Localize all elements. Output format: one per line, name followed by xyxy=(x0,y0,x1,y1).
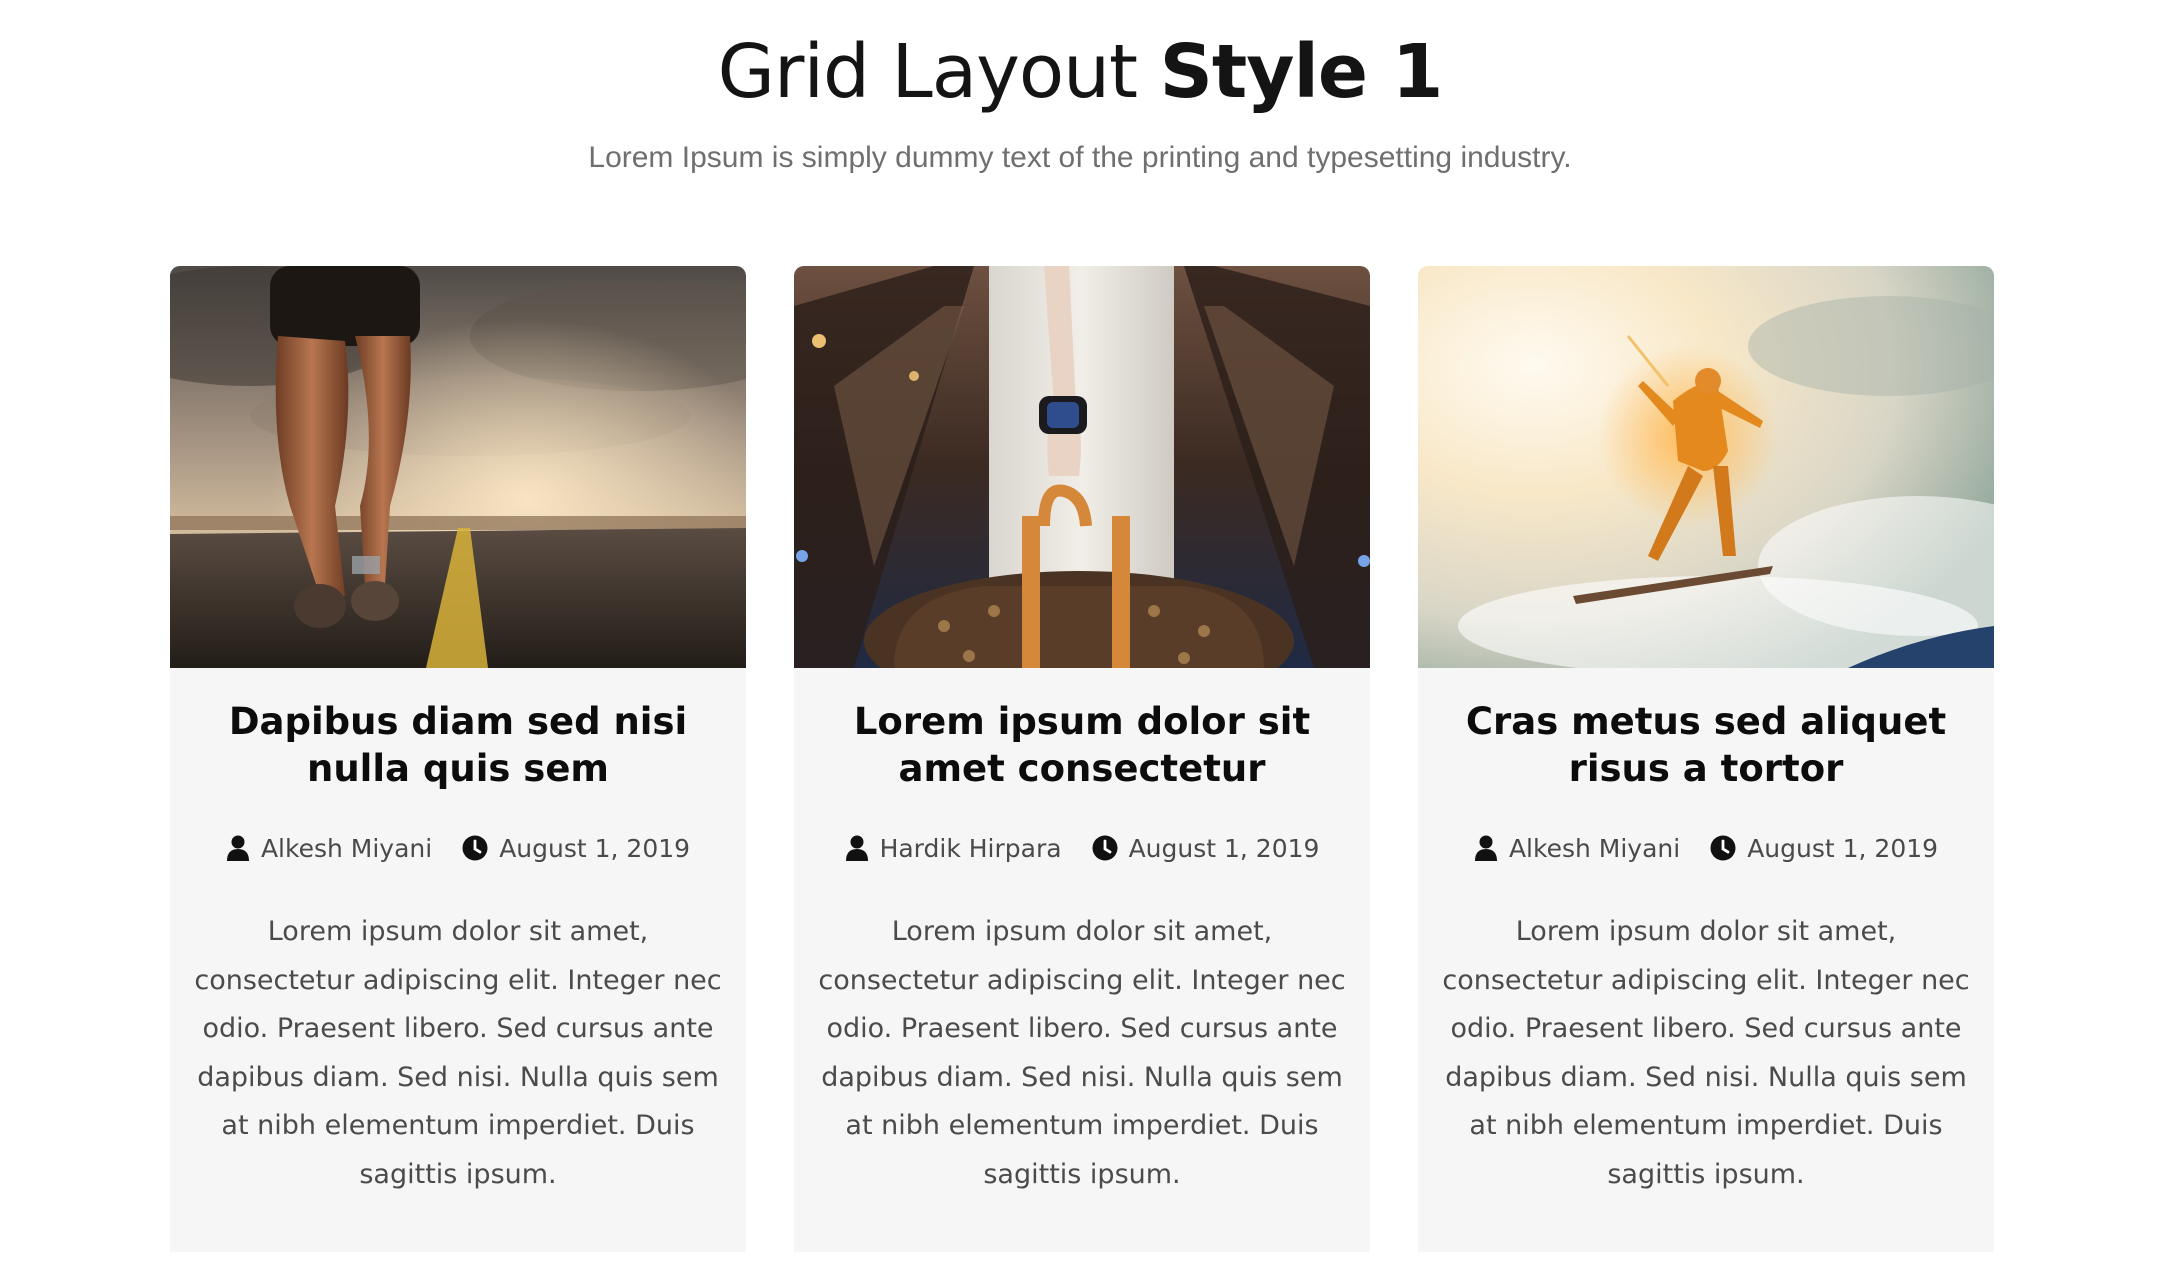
post-excerpt: Lorem ipsum dolor sit amet, consectetur … xyxy=(1442,916,1970,1190)
page-subtitle: Lorem Ipsum is simply dummy text of the … xyxy=(588,141,1572,174)
clock-icon xyxy=(1710,835,1736,861)
post-excerpt: Lorem ipsum dolor sit amet, consectetur … xyxy=(194,916,722,1190)
post-date: August 1, 2019 xyxy=(1710,834,1938,863)
post-image-handbag[interactable] xyxy=(794,266,1370,668)
post-image-runner[interactable] xyxy=(170,266,746,668)
post-meta: Alkesh Miyani August 1, 2019 xyxy=(1418,828,1994,868)
post-author[interactable]: Alkesh Miyani xyxy=(226,834,432,863)
user-icon xyxy=(845,835,869,861)
post-date-text: August 1, 2019 xyxy=(1747,833,1939,863)
post-author-name: Alkesh Miyani xyxy=(1508,833,1681,863)
post-author[interactable]: Hardik Hirpara xyxy=(845,834,1062,863)
post-card[interactable]: Lorem ipsum dolor sit amet consectetur H… xyxy=(794,266,1370,1252)
post-card[interactable]: Cras metus sed aliquet risus a tortor Al… xyxy=(1418,266,1994,1252)
post-meta: Alkesh Miyani August 1, 2019 xyxy=(170,828,746,868)
page-title-regular: Grid Layout xyxy=(717,29,1138,115)
clock-icon xyxy=(1092,835,1118,861)
post-author-name: Hardik Hirpara xyxy=(879,833,1062,863)
post-date-text: August 1, 2019 xyxy=(1128,833,1320,863)
post-excerpt: Lorem ipsum dolor sit amet, consectetur … xyxy=(818,916,1346,1190)
post-author[interactable]: Alkesh Miyani xyxy=(1474,834,1680,863)
user-icon xyxy=(1474,835,1498,861)
page-title-bold: Style 1 xyxy=(1159,29,1444,115)
user-icon xyxy=(226,835,250,861)
post-title[interactable]: Lorem ipsum dolor sit amet consectetur xyxy=(824,698,1340,792)
post-grid: Dapibus diam sed nisi nulla quis sem Alk… xyxy=(170,266,1994,1252)
post-date: August 1, 2019 xyxy=(1092,833,1320,863)
post-author-name: Alkesh Miyani xyxy=(260,833,433,863)
clock-icon xyxy=(462,835,488,861)
post-card[interactable]: Dapibus diam sed nisi nulla quis sem Alk… xyxy=(170,266,746,1252)
post-date: August 1, 2019 xyxy=(462,834,690,863)
post-meta: Hardik Hirpara August 1, 2019 xyxy=(794,828,1370,868)
post-image-kitesurfer[interactable] xyxy=(1418,266,1994,668)
post-title[interactable]: Dapibus diam sed nisi nulla quis sem xyxy=(200,698,716,792)
page-title: Grid Layout Style 1 xyxy=(0,22,2160,122)
post-title[interactable]: Cras metus sed aliquet risus a tortor xyxy=(1448,698,1964,792)
post-date-text: August 1, 2019 xyxy=(499,833,691,863)
